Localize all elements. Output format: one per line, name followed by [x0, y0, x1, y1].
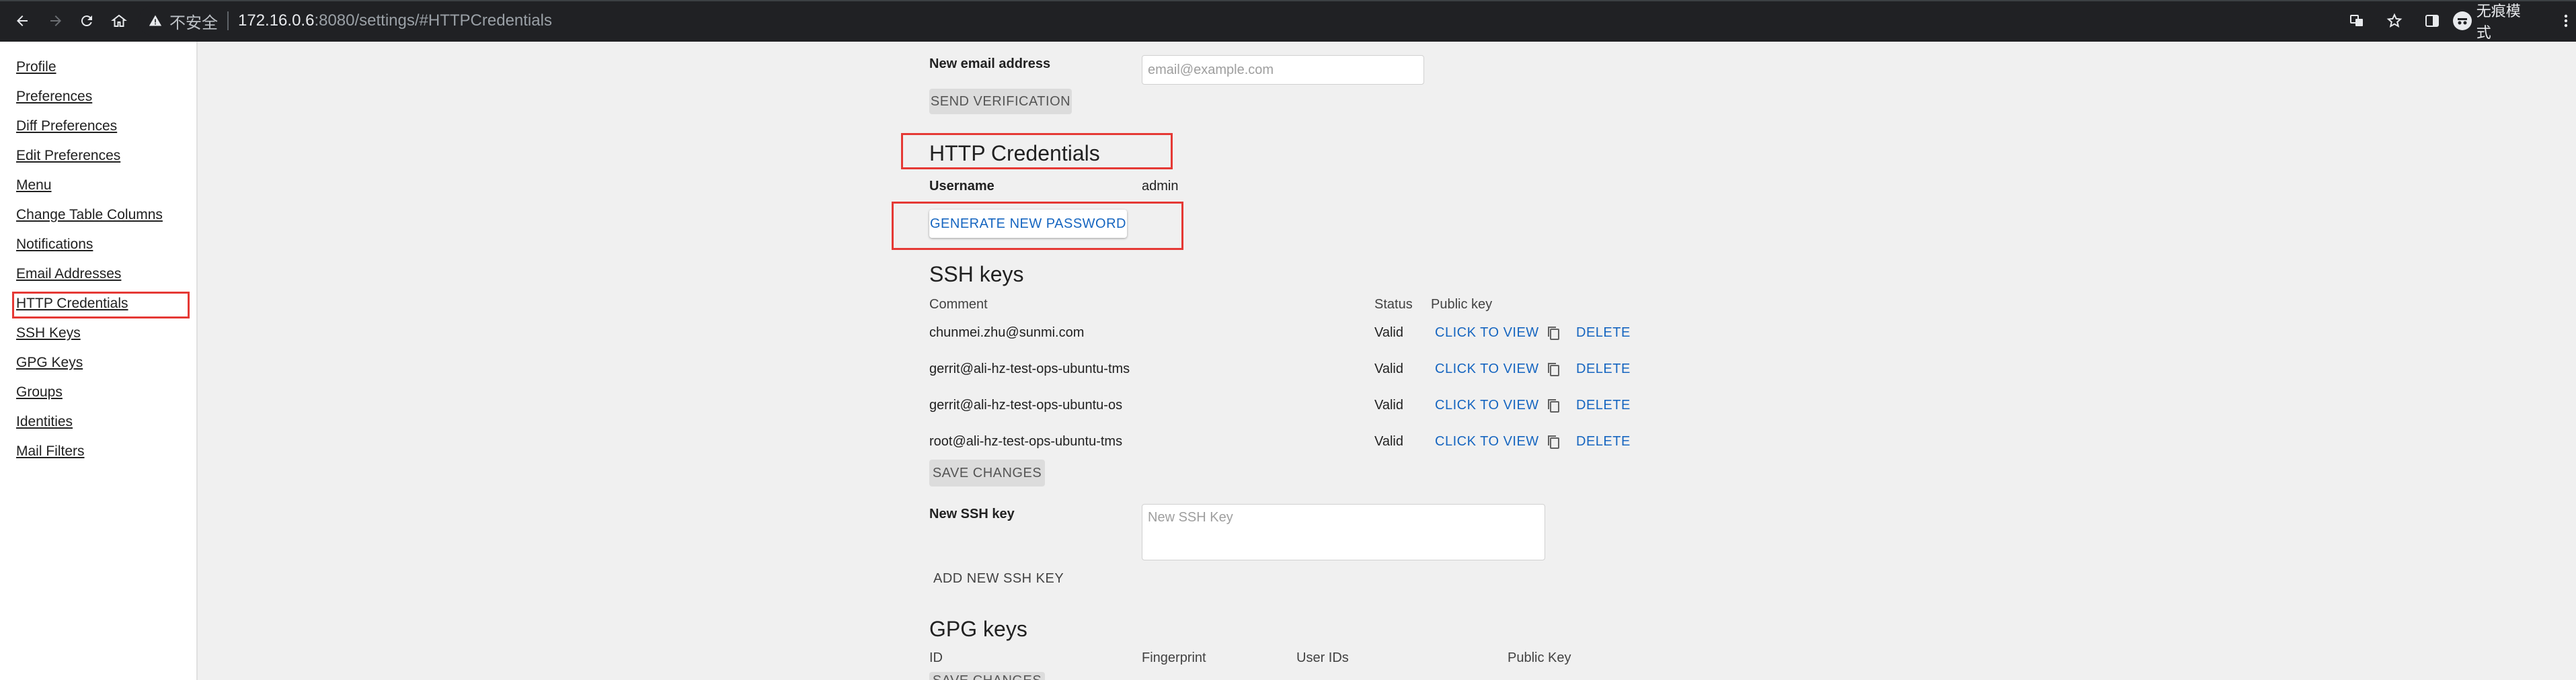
sidebar-item-groups[interactable]: Groups — [16, 384, 63, 400]
bookmark-star-icon[interactable] — [2384, 9, 2405, 32]
copy-icon[interactable] — [1547, 362, 1561, 378]
settings-sidebar: Profile Preferences Diff Preferences Edi… — [0, 42, 198, 680]
more-menu-icon[interactable] — [2556, 9, 2576, 32]
ssh-row-click-to-view-link[interactable]: CLICK TO VIEW — [1435, 325, 1539, 341]
address-bar[interactable]: 不安全 172.16.0.6 :8080/settings/#HTTPCrede… — [139, 6, 2344, 36]
sidebar-item-change-table-columns[interactable]: Change Table Columns — [16, 207, 163, 223]
http-credentials-title: HTTP Credentials — [929, 141, 1100, 165]
send-verification-button[interactable]: SEND VERIFICATION — [929, 89, 1072, 114]
gpg-save-changes-label: SAVE CHANGES — [933, 673, 1042, 680]
ssh-save-changes-button[interactable]: SAVE CHANGES — [929, 460, 1045, 486]
ssh-row-status: Valid — [1374, 398, 1403, 413]
ssh-row-status: Valid — [1374, 325, 1403, 340]
side-panel-icon[interactable] — [2422, 9, 2442, 32]
insecure-label[interactable]: 不安全 — [169, 9, 218, 33]
ssh-row-delete-button[interactable]: DELETE — [1576, 325, 1631, 341]
sidebar-item-diff-preferences[interactable]: Diff Preferences — [16, 118, 117, 134]
address-divider — [227, 11, 229, 30]
username-value: admin — [1142, 179, 1179, 194]
ssh-row-delete-button[interactable]: DELETE — [1576, 434, 1631, 450]
sidebar-highlight-box — [12, 292, 190, 318]
home-icon[interactable] — [108, 9, 130, 32]
add-new-ssh-key-button[interactable]: ADD NEW SSH KEY — [933, 571, 1064, 587]
ssh-row-comment: gerrit@ali-hz-test-ops-ubuntu-os — [929, 398, 1123, 413]
warning-icon — [145, 11, 165, 31]
url-host: 172.16.0.6 — [238, 11, 315, 30]
browser-toolbar: 不安全 172.16.0.6 :8080/settings/#HTTPCrede… — [0, 0, 2576, 42]
translate-icon[interactable] — [2347, 9, 2367, 32]
ssh-row-comment: gerrit@ali-hz-test-ops-ubuntu-tms — [929, 362, 1130, 376]
new-email-input[interactable] — [1142, 55, 1424, 85]
ssh-row-click-to-view-link[interactable]: CLICK TO VIEW — [1435, 398, 1539, 413]
ssh-row-status: Valid — [1374, 362, 1403, 376]
tab-strip-edge — [0, 0, 2576, 1]
sidebar-item-preferences[interactable]: Preferences — [16, 89, 92, 105]
ssh-row-status: Valid — [1374, 434, 1403, 449]
generate-new-password-button[interactable]: GENERATE NEW PASSWORD — [929, 210, 1127, 238]
sidebar-item-edit-preferences[interactable]: Edit Preferences — [16, 148, 120, 164]
gpg-col-fingerprint: Fingerprint — [1142, 650, 1206, 665]
ssh-row-click-to-view-link[interactable]: CLICK TO VIEW — [1435, 362, 1539, 377]
ssh-row-click-to-view-link[interactable]: CLICK TO VIEW — [1435, 434, 1539, 450]
new-ssh-key-textarea[interactable] — [1142, 504, 1545, 560]
reload-icon[interactable] — [75, 9, 98, 32]
ssh-col-comment: Comment — [929, 297, 988, 312]
sidebar-item-mail-filters[interactable]: Mail Filters — [16, 443, 85, 460]
forward-icon[interactable] — [44, 9, 67, 32]
gpg-save-changes-button[interactable]: SAVE CHANGES — [929, 672, 1045, 680]
new-ssh-key-label: New SSH key — [929, 507, 1015, 521]
ssh-col-public-key: Public key — [1431, 297, 1493, 312]
gpg-col-id: ID — [929, 650, 943, 665]
ssh-row-delete-button[interactable]: DELETE — [1576, 398, 1631, 413]
sidebar-item-email-addresses[interactable]: Email Addresses — [16, 266, 121, 282]
gpg-keys-title: GPG keys — [929, 617, 1027, 641]
sidebar-item-menu[interactable]: Menu — [16, 177, 52, 194]
new-email-label: New email address — [929, 56, 1051, 71]
sidebar-item-identities[interactable]: Identities — [16, 414, 73, 430]
ssh-row-comment: chunmei.zhu@sunmi.com — [929, 325, 1085, 340]
gpg-col-user-ids: User IDs — [1296, 650, 1349, 665]
copy-icon[interactable] — [1547, 434, 1561, 450]
sidebar-item-notifications[interactable]: Notifications — [16, 237, 93, 253]
incognito-label[interactable]: 无痕模式 — [2476, 0, 2529, 42]
copy-icon[interactable] — [1547, 325, 1561, 341]
back-icon[interactable] — [11, 9, 34, 32]
ssh-row-comment: root@ali-hz-test-ops-ubuntu-tms — [929, 434, 1123, 449]
ssh-col-status: Status — [1374, 297, 1413, 312]
ssh-row-delete-button[interactable]: DELETE — [1576, 362, 1631, 377]
sidebar-item-gpg-keys[interactable]: GPG Keys — [16, 355, 83, 371]
incognito-icon[interactable] — [2452, 9, 2472, 32]
copy-icon[interactable] — [1547, 398, 1561, 414]
url-path: :8080/settings/#HTTPCredentials — [314, 11, 552, 30]
sidebar-item-profile[interactable]: Profile — [16, 59, 56, 75]
gpg-col-public-key: Public Key — [1508, 650, 1571, 665]
ssh-keys-title: SSH keys — [929, 262, 1024, 286]
settings-main: New email address SEND VERIFICATION HTTP… — [198, 42, 2576, 680]
username-label: Username — [929, 179, 994, 194]
sidebar-item-ssh-keys[interactable]: SSH Keys — [16, 325, 81, 341]
